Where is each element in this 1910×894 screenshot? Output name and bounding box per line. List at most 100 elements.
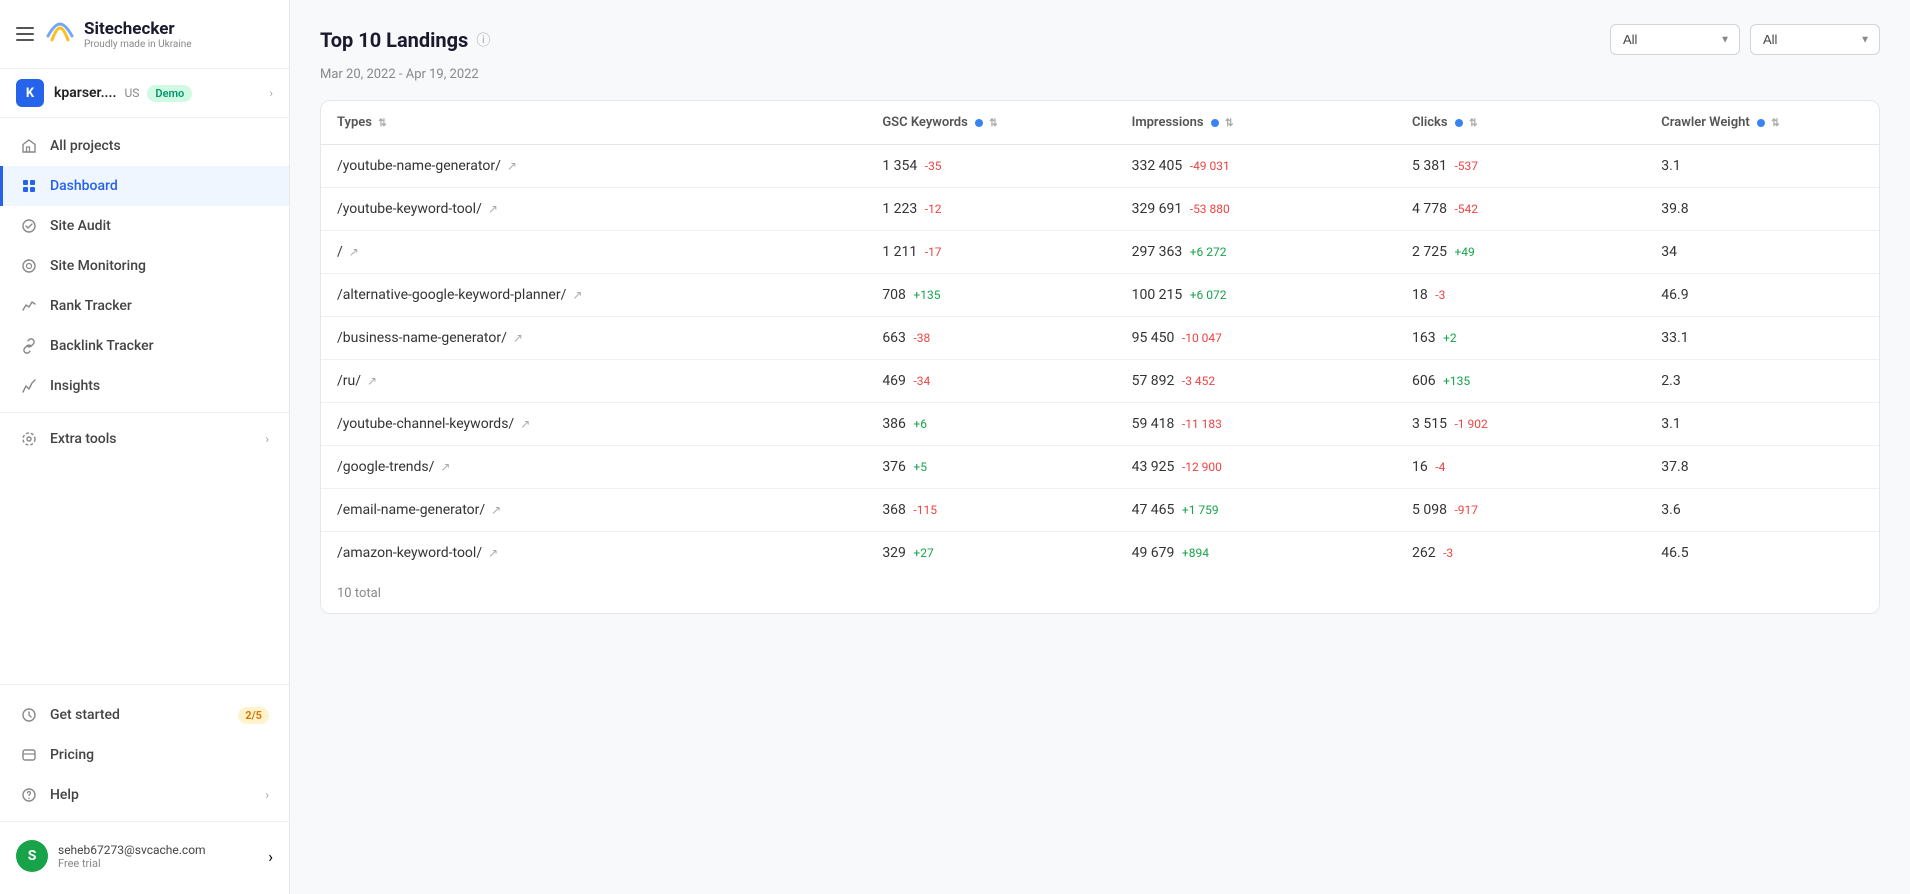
type-link[interactable]: /amazon-keyword-tool/ ↗ bbox=[337, 545, 850, 561]
external-link-icon[interactable]: ↗ bbox=[572, 288, 582, 302]
logo-subtitle: Proudly made in Ukraine bbox=[84, 39, 192, 50]
page-title: Top 10 Landings bbox=[320, 28, 468, 52]
crawler-sort-icon[interactable]: ⇅ bbox=[1771, 118, 1779, 129]
monitoring-icon bbox=[20, 257, 38, 275]
project-country: US bbox=[125, 86, 140, 100]
gsc-delta: +5 bbox=[913, 460, 927, 474]
project-name: kparser.... bbox=[54, 85, 117, 101]
table-head: Types ⇅ GSC Keywords ⇅ Impressions ⇅ bbox=[321, 101, 1879, 145]
project-selector[interactable]: K kparser.... US Demo › bbox=[0, 69, 289, 118]
logo-name: Sitechecker bbox=[84, 19, 192, 39]
cell-impressions: 332 405 -49 031 bbox=[1116, 145, 1396, 188]
sidebar-item-pricing[interactable]: Pricing bbox=[0, 735, 289, 775]
imp-sort-icon[interactable]: ⇅ bbox=[1225, 118, 1233, 129]
type-link[interactable]: /youtube-keyword-tool/ ↗ bbox=[337, 201, 850, 217]
title-info-icon[interactable]: ⓘ bbox=[476, 30, 490, 50]
footer-divider bbox=[0, 821, 289, 822]
type-link[interactable]: / ↗ bbox=[337, 244, 850, 260]
logo-text: Sitechecker Proudly made in Ukraine bbox=[84, 19, 192, 50]
clicks-delta: -542 bbox=[1454, 202, 1478, 216]
external-link-icon[interactable]: ↗ bbox=[513, 331, 523, 345]
imp-delta: -49 031 bbox=[1190, 159, 1230, 173]
gsc-value: 708 bbox=[882, 287, 906, 303]
type-text: /youtube-name-generator/ bbox=[337, 158, 501, 174]
cell-impressions: 297 363 +6 272 bbox=[1116, 231, 1396, 274]
type-link[interactable]: /youtube-name-generator/ ↗ bbox=[337, 158, 850, 174]
clicks-sort-icon[interactable]: ⇅ bbox=[1469, 118, 1477, 129]
filter1-select[interactable]: All bbox=[1610, 24, 1740, 55]
external-link-icon[interactable]: ↗ bbox=[507, 159, 517, 173]
gsc-delta: +6 bbox=[913, 417, 927, 431]
rank-icon bbox=[20, 297, 38, 315]
crawler-value: 33.1 bbox=[1661, 330, 1688, 346]
filter2-select[interactable]: All bbox=[1750, 24, 1880, 55]
extra-tools-chevron-icon: › bbox=[265, 432, 269, 446]
sidebar-item-insights[interactable]: Insights bbox=[0, 366, 289, 406]
rank-tracker-label: Rank Tracker bbox=[50, 298, 132, 314]
landings-table: Types ⇅ GSC Keywords ⇅ Impressions ⇅ bbox=[321, 101, 1879, 574]
crawler-value: 2.3 bbox=[1661, 373, 1680, 389]
sidebar-item-dashboard[interactable]: Dashboard bbox=[0, 166, 289, 206]
external-link-icon[interactable]: ↗ bbox=[520, 417, 530, 431]
clicks-delta: +2 bbox=[1443, 331, 1457, 345]
sidebar-item-all-projects[interactable]: All projects bbox=[0, 126, 289, 166]
cell-type: /amazon-keyword-tool/ ↗ bbox=[321, 532, 866, 575]
sidebar-header: Sitechecker Proudly made in Ukraine bbox=[0, 0, 289, 69]
cell-clicks: 262 -3 bbox=[1396, 532, 1645, 575]
type-link[interactable]: /ru/ ↗ bbox=[337, 373, 850, 389]
imp-value: 95 450 bbox=[1132, 330, 1175, 346]
col-header-impressions: Impressions ⇅ bbox=[1116, 101, 1396, 145]
external-link-icon[interactable]: ↗ bbox=[491, 503, 501, 517]
sidebar-item-site-monitoring[interactable]: Site Monitoring bbox=[0, 246, 289, 286]
imp-delta: -12 900 bbox=[1182, 460, 1222, 474]
table-row: /alternative-google-keyword-planner/ ↗ 7… bbox=[321, 274, 1879, 317]
site-monitoring-label: Site Monitoring bbox=[50, 258, 146, 274]
imp-value: 100 215 bbox=[1132, 287, 1183, 303]
site-audit-label: Site Audit bbox=[50, 218, 111, 234]
type-link[interactable]: /business-name-generator/ ↗ bbox=[337, 330, 850, 346]
external-link-icon[interactable]: ↗ bbox=[488, 202, 498, 216]
imp-value: 47 465 bbox=[1132, 502, 1175, 518]
type-link[interactable]: /youtube-channel-keywords/ ↗ bbox=[337, 416, 850, 432]
cell-type: /email-name-generator/ ↗ bbox=[321, 489, 866, 532]
gsc-value: 1 223 bbox=[882, 201, 917, 217]
project-chevron-icon: › bbox=[269, 86, 273, 100]
type-text: /alternative-google-keyword-planner/ bbox=[337, 287, 566, 303]
table-row: /email-name-generator/ ↗ 368 -11547 465 … bbox=[321, 489, 1879, 532]
cell-crawler: 2.3 bbox=[1645, 360, 1879, 403]
clicks-value: 3 515 bbox=[1412, 416, 1447, 432]
col-header-crawler: Crawler Weight ⇅ bbox=[1645, 101, 1879, 145]
crawler-info-icon[interactable] bbox=[1757, 119, 1765, 127]
external-link-icon[interactable]: ↗ bbox=[440, 460, 450, 474]
sidebar-item-extra-tools[interactable]: Extra tools › bbox=[0, 419, 289, 459]
extra-tools-label: Extra tools bbox=[50, 431, 117, 447]
external-link-icon[interactable]: ↗ bbox=[488, 546, 498, 560]
imp-info-icon[interactable] bbox=[1211, 119, 1219, 127]
cell-crawler: 46.9 bbox=[1645, 274, 1879, 317]
crawler-value: 37.8 bbox=[1661, 459, 1688, 475]
menu-toggle[interactable] bbox=[16, 27, 34, 41]
sidebar-item-rank-tracker[interactable]: Rank Tracker bbox=[0, 286, 289, 326]
cell-type: /youtube-name-generator/ ↗ bbox=[321, 145, 866, 188]
sidebar-item-backlink-tracker[interactable]: Backlink Tracker bbox=[0, 326, 289, 366]
sidebar-item-site-audit[interactable]: Site Audit bbox=[0, 206, 289, 246]
external-link-icon[interactable]: ↗ bbox=[349, 245, 359, 259]
type-link[interactable]: /google-trends/ ↗ bbox=[337, 459, 850, 475]
dashboard-icon bbox=[20, 177, 38, 195]
user-profile[interactable]: S seheb67273@svcache.com Free trial › bbox=[0, 828, 289, 884]
logo-icon bbox=[44, 18, 76, 50]
type-link[interactable]: /alternative-google-keyword-planner/ ↗ bbox=[337, 287, 850, 303]
gsc-info-icon[interactable] bbox=[975, 119, 983, 127]
clicks-delta: -4 bbox=[1435, 460, 1445, 474]
gsc-value: 386 bbox=[882, 416, 906, 432]
clicks-info-icon[interactable] bbox=[1455, 119, 1463, 127]
gsc-sort-icon[interactable]: ⇅ bbox=[989, 118, 997, 129]
external-link-icon[interactable]: ↗ bbox=[367, 374, 377, 388]
sidebar-item-help[interactable]: Help › bbox=[0, 775, 289, 815]
gsc-delta: -34 bbox=[913, 374, 930, 388]
user-email: seheb67273@svcache.com bbox=[58, 843, 258, 857]
types-sort-icon[interactable]: ⇅ bbox=[378, 118, 386, 129]
sidebar-item-get-started[interactable]: Get started 2/5 bbox=[0, 695, 289, 735]
type-link[interactable]: /email-name-generator/ ↗ bbox=[337, 502, 850, 518]
cell-type: /youtube-channel-keywords/ ↗ bbox=[321, 403, 866, 446]
